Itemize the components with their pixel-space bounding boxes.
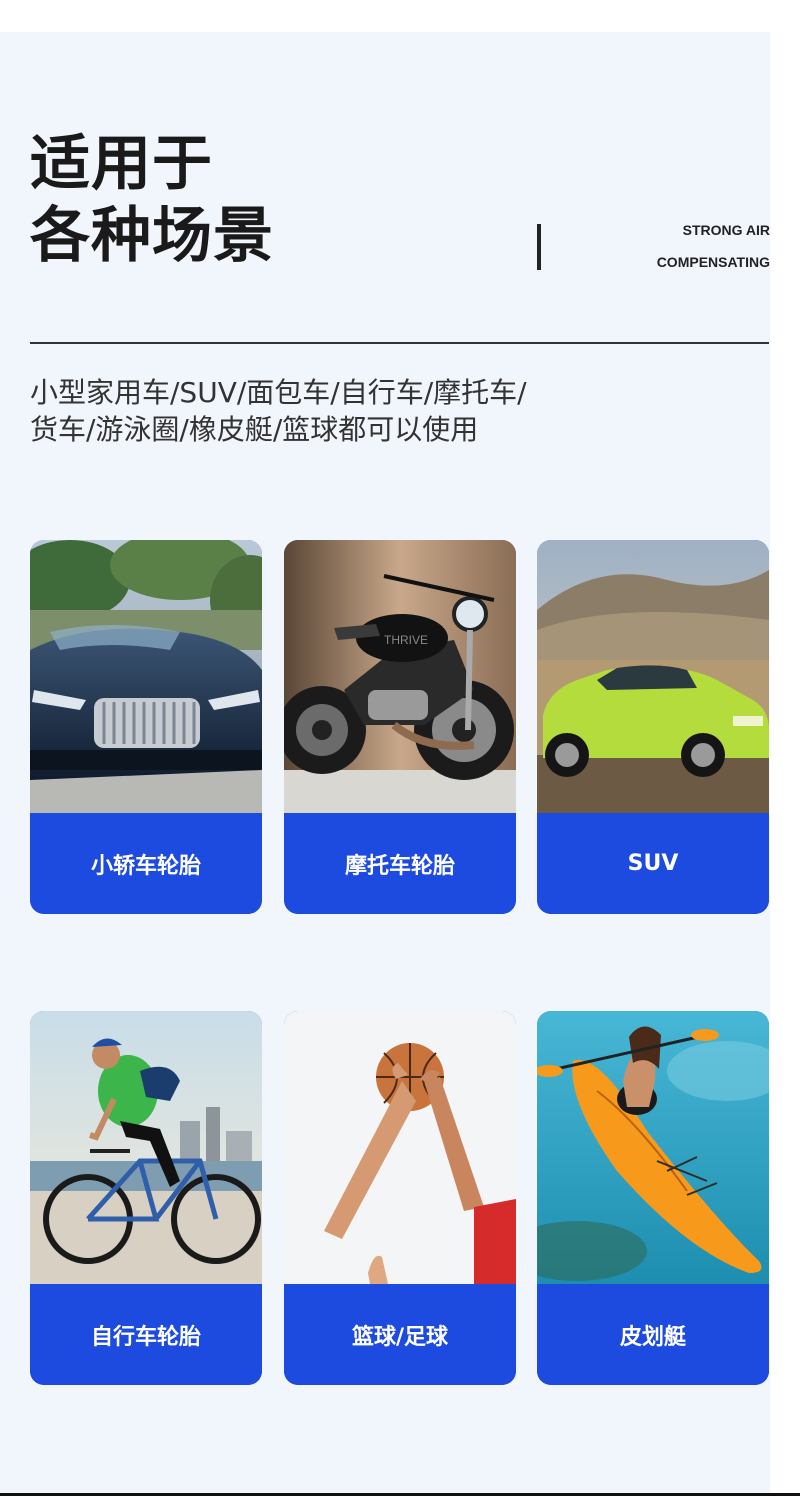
basketball-photo [284,1011,516,1284]
motorcycle-tire-label: 摩托车轮胎 [284,813,516,914]
scenario-card-bicycle[interactable]: 自行车轮胎 [30,1011,262,1385]
english-subtitle: STRONG AIR COMPENSATING [657,214,770,278]
usage-description: 小型家用车/SUV/面包车/自行车/摩托车/ 货车/游泳圈/橡皮艇/篮球都可以使… [30,374,527,448]
english-subtitle-line-2: COMPENSATING [656,254,770,270]
title-line-1: 适用于 [30,129,213,199]
car-photo [30,540,262,813]
kayak-photo [537,1011,769,1284]
usage-description-line-1: 小型家用车/SUV/面包车/自行车/摩托车/ [30,376,527,409]
kayak-label: 皮划艇 [537,1284,769,1385]
motorcycle-photo: THRIVE [284,540,516,813]
scenario-card-basketball[interactable]: 篮球/足球 [284,1011,516,1385]
bicycle-photo [30,1011,262,1284]
car-tire-label: 小轿车轮胎 [30,813,262,914]
suv-label: SUV [537,813,769,914]
divider-horizontal [30,342,769,344]
scenario-card-suv[interactable]: SUV [537,540,769,914]
english-subtitle-line-1: STRONG AIR [682,222,770,238]
svg-text:THRIVE: THRIVE [384,633,428,647]
title-line-2: 各种场景 [30,201,274,271]
bicycle-tire-label: 自行车轮胎 [30,1284,262,1385]
ball-label: 篮球/足球 [284,1284,516,1385]
scenario-card-motorcycle[interactable]: THRIVE 摩托车轮胎 [284,540,516,914]
usage-description-line-2: 货车/游泳圈/橡皮艇/篮球都可以使用 [30,413,479,446]
suv-photo [537,540,769,813]
divider-vertical [537,224,541,270]
page-title: 适用于 各种场景 [30,128,274,272]
scenario-card-kayak[interactable]: 皮划艇 [537,1011,769,1385]
scenario-card-car[interactable]: 小轿车轮胎 [30,540,262,914]
